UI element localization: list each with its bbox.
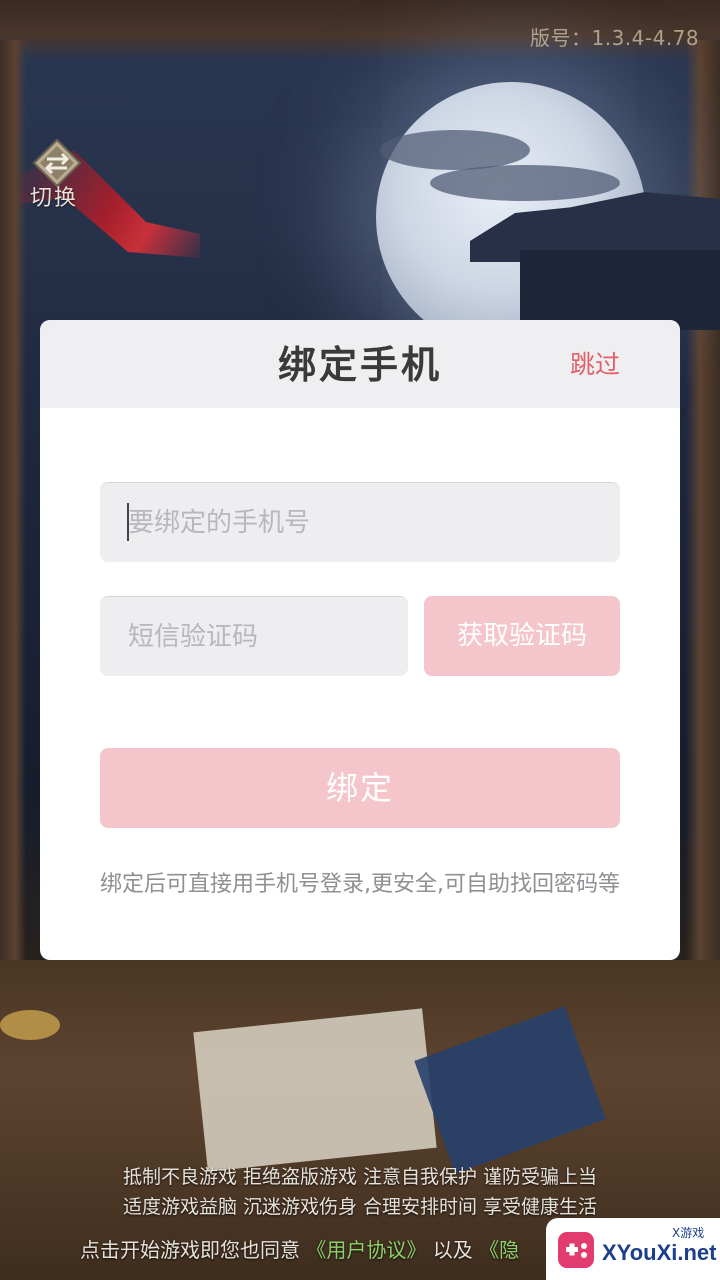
agreement-prefix: 点击开始游戏即您也同意 (80, 1238, 307, 1262)
pagoda-body (520, 250, 720, 330)
user-agreement-link[interactable]: 《用户协议》 (306, 1238, 426, 1262)
desk-paper (193, 1008, 437, 1172)
right-frame (686, 40, 720, 980)
cloud (380, 130, 530, 170)
health-notice-line-1: 抵制不良游戏 拒绝盗版游戏 注意自我保护 谨防受骗上当 (122, 1166, 598, 1188)
privacy-policy-link[interactable]: 《隐 (479, 1238, 519, 1262)
cloud (430, 165, 620, 201)
switch-account-label: 切换 (30, 186, 79, 211)
get-code-button[interactable]: 获取验证码 (424, 596, 620, 676)
text-caret (127, 503, 129, 541)
phone-number-input[interactable] (100, 482, 620, 562)
health-notice-line-2: 适度游戏益脑 沉迷游戏伤身 合理安排时间 享受健康生活 (122, 1196, 598, 1218)
watermark-text: XYouXi.net (602, 1240, 717, 1265)
agreement-line: 点击开始游戏即您也同意 《用户协议》 以及 《隐 (80, 1234, 519, 1263)
switch-account-button[interactable]: 切换 (24, 132, 98, 212)
watermark: X游戏 XYouXi.net (546, 1218, 720, 1280)
sms-code-input[interactable] (100, 596, 408, 676)
skip-button[interactable]: 跳过 (570, 320, 620, 408)
watermark-subtitle: X游戏 (672, 1226, 705, 1240)
version-label: 版号：1.3.4-4.78 (530, 26, 700, 50)
gamepad-logo-icon (558, 1232, 594, 1268)
desk-lamp (0, 1010, 60, 1040)
bind-hint-text: 绑定后可直接用手机号登录,更安全,可自助找回密码等 (100, 872, 620, 897)
bind-phone-dialog: 绑定手机 跳过 获取验证码 绑定 绑定后可直接用手机号登录,更安全,可自助找回密… (40, 320, 680, 960)
bind-button[interactable]: 绑定 (100, 748, 620, 828)
agreement-mid: 以及 (432, 1238, 480, 1262)
